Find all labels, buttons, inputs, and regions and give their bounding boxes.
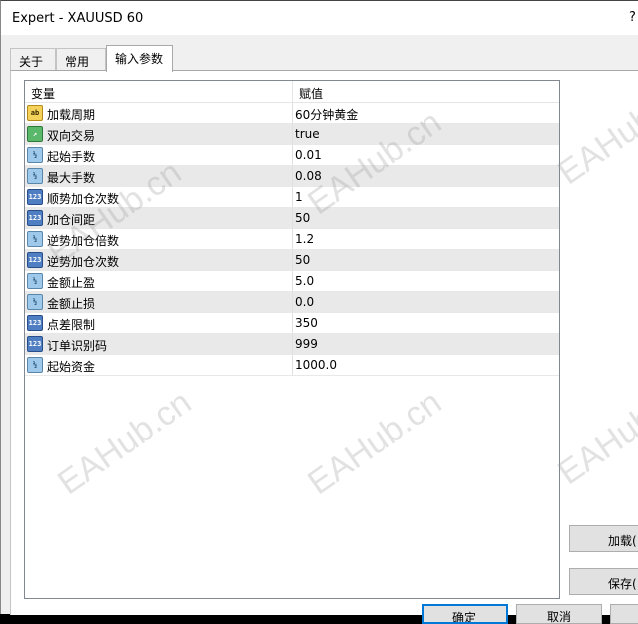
grid-row[interactable]: ½ 起始资金 1000.0 — [25, 355, 559, 376]
double-type-icon: ½ — [27, 147, 43, 163]
value-cell[interactable]: 1.2 — [293, 229, 559, 249]
grid-row[interactable]: 123 加仓间距 50 — [25, 208, 559, 229]
value-cell[interactable]: 50 — [293, 250, 559, 270]
variable-cell: ½ 逆势加仓倍数 — [25, 229, 293, 249]
integer-type-icon: 123 — [27, 189, 43, 205]
tab-common[interactable]: 常用 — [56, 48, 106, 71]
double-type-icon: ½ — [27, 357, 43, 373]
variable-cell: 123 加仓间距 — [25, 208, 293, 228]
grid-row[interactable]: ½ 金额止盈 5.0 — [25, 271, 559, 292]
grid-row[interactable]: 123 逆势加仓次数 50 — [25, 250, 559, 271]
variable-name: 起始资金 — [47, 360, 96, 374]
variable-cell: ½ 起始资金 — [25, 355, 293, 375]
value-cell[interactable]: 1000.0 — [293, 355, 559, 375]
value-cell[interactable]: 0.0 — [293, 292, 559, 312]
grid-row[interactable]: ½ 最大手数 0.08 — [25, 166, 559, 187]
value-cell[interactable]: 350 — [293, 313, 559, 333]
inputs-grid: 变量 赋值 ab 加载周期 60分钟黄金 ↗ 双向交易 true ½ 起始手数 0.01 ½ 最大手… — [24, 80, 560, 599]
tab-inputs[interactable]: 输入参数 — [106, 45, 173, 72]
grid-row[interactable]: ↗ 双向交易 true — [25, 124, 559, 145]
integer-type-icon: 123 — [27, 336, 43, 352]
value-cell[interactable]: 0.01 — [293, 145, 559, 165]
variable-name: 顺势加仓次数 — [47, 192, 120, 206]
variable-name: 加仓间距 — [47, 213, 96, 227]
ok-button[interactable]: 确定 — [422, 604, 508, 624]
value-cell[interactable]: 1 — [293, 187, 559, 207]
double-type-icon: ½ — [27, 273, 43, 289]
variable-name: 逆势加仓倍数 — [47, 234, 120, 248]
integer-type-icon: 123 — [27, 315, 43, 331]
variable-name: 金额止损 — [47, 297, 96, 311]
double-type-icon: ½ — [27, 231, 43, 247]
variable-cell: ½ 金额止损 — [25, 292, 293, 312]
bool-type-icon: ↗ — [27, 126, 43, 142]
save-button[interactable]: 保存( — [569, 568, 638, 595]
column-header-value[interactable]: 赋值 — [293, 81, 559, 103]
value-cell[interactable]: 50 — [293, 208, 559, 228]
value-cell[interactable]: 5.0 — [293, 271, 559, 291]
value-cell[interactable]: 0.08 — [293, 166, 559, 186]
grid-row[interactable]: ½ 逆势加仓倍数 1.2 — [25, 229, 559, 250]
variable-name: 最大手数 — [47, 171, 96, 185]
variable-name: 订单识别码 — [47, 339, 108, 353]
grid-row[interactable]: ½ 金额止损 0.0 — [25, 292, 559, 313]
value-cell[interactable]: 999 — [293, 334, 559, 354]
variable-name: 点差限制 — [47, 318, 96, 332]
string-type-icon: ab — [27, 105, 43, 121]
load-button[interactable]: 加载( — [569, 525, 638, 552]
variable-name: 双向交易 — [47, 129, 96, 143]
variable-cell: ↗ 双向交易 — [25, 124, 293, 144]
tab-about[interactable]: 关于 — [10, 48, 56, 71]
variable-name: 起始手数 — [47, 150, 96, 164]
grid-header: 变量 赋值 — [25, 81, 559, 103]
variable-cell: 123 订单识别码 — [25, 334, 293, 354]
variable-cell: 123 顺势加仓次数 — [25, 187, 293, 207]
grid-row[interactable]: 123 订单识别码 999 — [25, 334, 559, 355]
variable-cell: 123 点差限制 — [25, 313, 293, 333]
inputs-panel: 变量 赋值 ab 加载周期 60分钟黄金 ↗ 双向交易 true ½ 起始手数 0.01 ½ 最大手… — [10, 70, 638, 615]
integer-type-icon: 123 — [27, 210, 43, 226]
variable-name: 金额止盈 — [47, 276, 96, 290]
title-bar: Expert - XAUUSD 60 ? — [1, 1, 638, 35]
double-type-icon: ½ — [27, 168, 43, 184]
variable-cell: 123 逆势加仓次数 — [25, 250, 293, 270]
grid-row[interactable]: 123 顺势加仓次数 1 — [25, 187, 559, 208]
expert-dialog: Expert - XAUUSD 60 ? 关于 常用 输入参数 变量 赋值 ab… — [0, 0, 638, 624]
double-type-icon: ½ — [27, 294, 43, 310]
tab-bar: 关于 常用 输入参数 — [10, 45, 630, 72]
cancel-button[interactable]: 取消 — [516, 604, 602, 624]
help-button[interactable]: ? — [629, 10, 638, 25]
grid-row[interactable]: 123 点差限制 350 — [25, 313, 559, 334]
value-cell[interactable]: true — [293, 124, 559, 144]
value-cell[interactable]: 60分钟黄金 — [293, 103, 559, 123]
variable-cell: ½ 金额止盈 — [25, 271, 293, 291]
variable-cell: ½ 最大手数 — [25, 166, 293, 186]
variable-name: 逆势加仓次数 — [47, 255, 120, 269]
reset-button[interactable] — [610, 604, 638, 624]
grid-row[interactable]: ab 加载周期 60分钟黄金 — [25, 103, 559, 124]
variable-cell: ab 加载周期 — [25, 103, 293, 123]
variable-cell: ½ 起始手数 — [25, 145, 293, 165]
grid-row[interactable]: ½ 起始手数 0.01 — [25, 145, 559, 166]
window-title: Expert - XAUUSD 60 — [12, 11, 144, 26]
integer-type-icon: 123 — [27, 252, 43, 268]
variable-name: 加载周期 — [47, 108, 96, 122]
column-header-variable[interactable]: 变量 — [25, 81, 293, 103]
